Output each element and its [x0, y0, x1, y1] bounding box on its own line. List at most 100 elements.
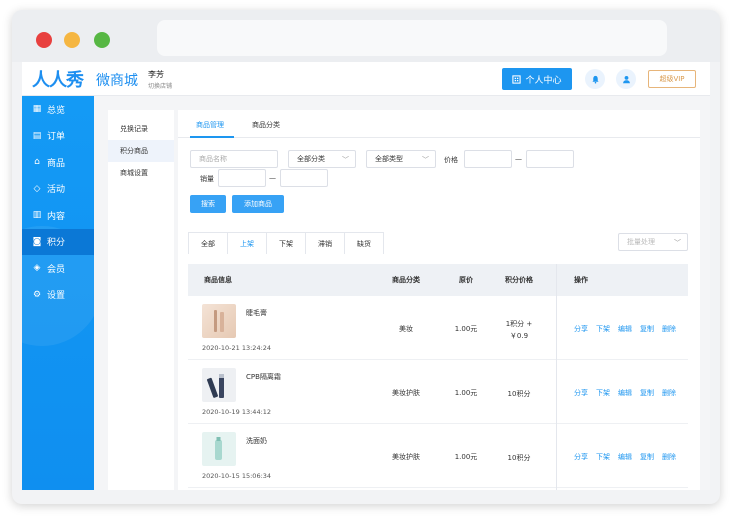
tab-product-category[interactable]: 商品分类	[252, 120, 280, 130]
copy-link[interactable]: 复制	[640, 388, 654, 398]
sidebar-item-activities[interactable]: ◇ 活动	[22, 176, 94, 203]
sidebar-item-label: 总览	[47, 105, 66, 116]
chevron-down-icon: ﹀	[342, 156, 349, 164]
diamond-icon: ◈	[33, 263, 41, 274]
content-icon: ▥	[32, 210, 42, 221]
add-product-button[interactable]: 添加商品	[232, 195, 284, 213]
gear-icon: ⚙	[32, 289, 42, 300]
bell-icon[interactable]	[585, 69, 605, 89]
address-bar[interactable]	[157, 20, 667, 56]
main-content: 商品管理 商品分类 商品名称 全部分类 ﹀ 全部类型 ﹀ 价格 — 销量 — 搜索 …	[178, 110, 700, 490]
order-icon: ▤	[32, 130, 42, 141]
sidebar-item-products[interactable]: ⌂ 商品	[22, 149, 94, 176]
range-dash: —	[515, 155, 522, 163]
logo-subtitle: 微商城	[96, 73, 138, 89]
tag-icon: ◇	[33, 183, 41, 194]
product-name[interactable]: 洗面奶	[246, 436, 267, 446]
copy-link[interactable]: 复制	[640, 324, 654, 334]
off-shelf-link[interactable]: 下架	[596, 388, 610, 398]
product-name[interactable]: CPB隔离霜	[246, 372, 281, 382]
status-tabs: 全部 上架 下架 滞销 缺货	[188, 232, 384, 254]
status-tab-off-shelf[interactable]: 下架	[266, 232, 306, 254]
close-window-button[interactable]	[36, 32, 52, 48]
product-name[interactable]: 睫毛膏	[246, 308, 267, 318]
product-points-price: 1积分 + ￥0.9	[494, 318, 544, 342]
sidebar-item-label: 积分	[47, 238, 66, 249]
browser-chrome	[12, 10, 720, 62]
copy-link[interactable]: 复制	[640, 452, 654, 462]
tab-product-management[interactable]: 商品管理	[196, 120, 224, 130]
share-link[interactable]: 分享	[574, 452, 588, 462]
personal-center-label: 个人中心	[525, 75, 562, 86]
row-actions: 分享 下架 编辑 复制 删除	[566, 452, 676, 462]
points-line-2: ￥0.9	[509, 332, 529, 340]
price-min-input[interactable]	[464, 150, 512, 168]
status-tab-slow-selling[interactable]: 滞销	[305, 232, 345, 254]
sales-max-input[interactable]	[280, 169, 328, 187]
edit-link[interactable]: 编辑	[618, 452, 632, 462]
search-button[interactable]: 搜索	[190, 195, 226, 213]
sidebar-item-settings[interactable]: ⚙ 设置	[22, 282, 94, 309]
status-tab-all[interactable]: 全部	[188, 232, 228, 254]
delete-link[interactable]: 删除	[662, 324, 676, 334]
off-shelf-link[interactable]: 下架	[596, 452, 610, 462]
delete-link[interactable]: 删除	[662, 452, 676, 462]
sidebar-item-points[interactable]: ◙ 积分	[22, 228, 94, 255]
edit-link[interactable]: 编辑	[618, 388, 632, 398]
table-row: CPB隔离霜 2020-10-19 13:44:12 美妆护肤 1.00元 10…	[188, 360, 688, 424]
minimize-window-button[interactable]	[64, 32, 80, 48]
column-header-actions: 操作	[574, 276, 588, 284]
browser-window: 人人秀 微商城 李芳 切换店铺 个人中心 超级VIP ▦ 总览 ▤ 订单 ⌂ 商品 ◇…	[12, 10, 720, 504]
sidebar-item-label: 活动	[47, 185, 66, 196]
switch-store-link[interactable]: 切换店铺	[148, 81, 172, 90]
column-header-category: 商品分类	[392, 276, 420, 284]
sidebar-item-label: 设置	[47, 291, 66, 302]
batch-action-select[interactable]: 批量处理 ﹀	[618, 233, 688, 251]
sales-min-input[interactable]	[218, 169, 266, 187]
share-link[interactable]: 分享	[574, 324, 588, 334]
upgrade-vip-button[interactable]: 超级VIP	[648, 70, 696, 88]
status-tab-on-shelf[interactable]: 上架	[227, 232, 267, 254]
sidebar-item-label: 会员	[47, 264, 66, 275]
product-thumbnail-mascara[interactable]	[202, 304, 236, 338]
product-name-input[interactable]: 商品名称	[190, 150, 278, 168]
sub-navigation: 兑换记录 积分商品 商城设置	[108, 110, 174, 490]
delete-link[interactable]: 删除	[662, 388, 676, 398]
app-root: 人人秀 微商城 李芳 切换店铺 个人中心 超级VIP ▦ 总览 ▤ 订单 ⌂ 商品 ◇…	[22, 62, 710, 490]
price-max-input[interactable]	[526, 150, 574, 168]
active-tab-indicator	[190, 136, 234, 138]
personal-center-button[interactable]: 个人中心	[502, 68, 572, 90]
category-select-value: 全部分类	[297, 155, 325, 163]
category-select[interactable]: 全部分类 ﹀	[288, 150, 356, 168]
off-shelf-link[interactable]: 下架	[596, 324, 610, 334]
product-category: 美妆	[399, 325, 413, 333]
table-row: 睫毛膏 2020-10-21 13:24:24 美妆 1.00元 1积分 + ￥…	[188, 296, 688, 360]
product-date: 2020-10-21 13:24:24	[202, 344, 272, 352]
row-actions: 分享 下架 编辑 复制 删除	[566, 388, 676, 398]
user-name: 李芳	[148, 70, 164, 79]
subnav-item-exchange-records[interactable]: 兑换记录	[108, 118, 174, 140]
user-icon[interactable]	[616, 69, 636, 89]
logo[interactable]: 人人秀	[32, 66, 84, 92]
batch-action-value: 批量处理	[627, 238, 655, 246]
maximize-window-button[interactable]	[94, 32, 110, 48]
sidebar-item-content[interactable]: ▥ 内容	[22, 202, 94, 229]
row-actions: 分享 下架 编辑 复制 删除	[566, 324, 676, 334]
share-link[interactable]: 分享	[574, 388, 588, 398]
sidebar: ▦ 总览 ▤ 订单 ⌂ 商品 ◇ 活动 ▥ 内容 ◙ 积分 ◈ 会员 ⚙ 设置	[22, 96, 94, 490]
sidebar-item-members[interactable]: ◈ 会员	[22, 255, 94, 282]
type-select[interactable]: 全部类型 ﹀	[366, 150, 436, 168]
sales-label: 销量	[200, 175, 214, 183]
sidebar-item-orders[interactable]: ▤ 订单	[22, 123, 94, 150]
status-tab-out-of-stock[interactable]: 缺货	[344, 232, 384, 254]
product-thumbnail-cpb-primer[interactable]	[202, 368, 236, 402]
range-dash: —	[269, 174, 276, 182]
points-line-1: 1积分 +	[505, 320, 533, 328]
sidebar-item-overview[interactable]: ▦ 总览	[22, 96, 94, 123]
column-header-price: 原价	[459, 276, 473, 284]
subnav-item-mall-settings[interactable]: 商城设置	[108, 162, 174, 184]
edit-link[interactable]: 编辑	[618, 324, 632, 334]
product-thumbnail-cleanser[interactable]	[202, 432, 236, 466]
column-header-product-info: 商品信息	[204, 276, 232, 284]
subnav-item-points-products[interactable]: 积分商品	[108, 140, 174, 162]
